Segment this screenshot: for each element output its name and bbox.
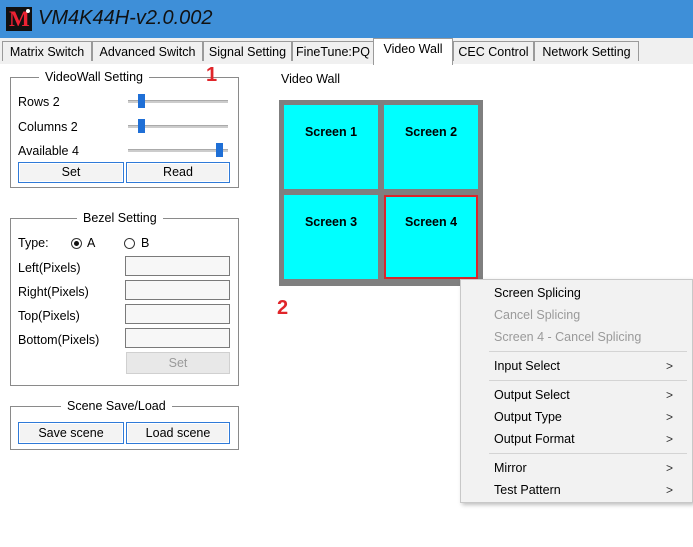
context-menu: Screen Splicing Cancel Splicing Screen 4… bbox=[460, 279, 693, 503]
tab-network-setting[interactable]: Network Setting bbox=[534, 41, 639, 61]
available-label: Available 4 bbox=[18, 144, 79, 158]
scene-legend: Scene Save/Load bbox=[61, 398, 172, 414]
bezel-bottom-label: Bottom(Pixels) bbox=[18, 333, 100, 347]
menu-item-test-pattern[interactable]: Test Pattern bbox=[494, 482, 561, 498]
screen-4-label: Screen 4 bbox=[404, 215, 458, 229]
video-wall-title: Video Wall bbox=[281, 72, 341, 86]
bezel-right-label: Right(Pixels) bbox=[18, 285, 89, 299]
submenu-arrow-icon: > bbox=[666, 483, 674, 497]
bezel-type-a-label: A bbox=[87, 236, 96, 250]
bezel-bottom-input[interactable] bbox=[125, 328, 230, 348]
menu-item-output-select[interactable]: Output Select bbox=[494, 387, 570, 403]
videowall-read-button[interactable]: Read bbox=[126, 162, 230, 183]
marker-1: 1 bbox=[206, 64, 218, 86]
menu-separator bbox=[489, 453, 687, 454]
tab-video-wall[interactable]: Video Wall bbox=[373, 38, 453, 65]
tab-bar: Matrix Switch Advanced Switch Signal Set… bbox=[0, 38, 693, 65]
screen-2-label: Screen 2 bbox=[404, 125, 458, 139]
menu-separator bbox=[489, 351, 687, 352]
screen-4[interactable]: Screen 4 bbox=[384, 195, 478, 279]
videowall-setting-legend: VideoWall Setting bbox=[39, 69, 149, 85]
screen-3-label: Screen 3 bbox=[304, 215, 358, 229]
bezel-top-input[interactable] bbox=[125, 304, 230, 324]
load-scene-button[interactable]: Load scene bbox=[126, 422, 230, 444]
title-bar: M VM4K44H-v2.0.002 bbox=[0, 0, 693, 38]
videowall-setting-group: VideoWall Setting Rows 2 Columns 2 Avail… bbox=[10, 69, 239, 188]
menu-separator bbox=[489, 380, 687, 381]
app-logo: M bbox=[6, 7, 32, 31]
tab-matrix-switch[interactable]: Matrix Switch bbox=[2, 41, 92, 61]
bezel-top-label: Top(Pixels) bbox=[18, 309, 80, 323]
bezel-setting-group: Bezel Setting Type: A B Left(Pixels) Rig… bbox=[10, 210, 239, 386]
tab-cec-control[interactable]: CEC Control bbox=[453, 41, 534, 61]
available-slider-track bbox=[128, 149, 228, 152]
submenu-arrow-icon: > bbox=[666, 388, 674, 402]
submenu-arrow-icon: > bbox=[666, 410, 674, 424]
columns-label: Columns 2 bbox=[18, 120, 78, 134]
columns-slider[interactable] bbox=[128, 119, 228, 133]
screen-2[interactable]: Screen 2 bbox=[384, 105, 478, 189]
menu-item-screen4-cancel-splicing: Screen 4 - Cancel Splicing bbox=[494, 330, 642, 344]
available-slider-thumb[interactable] bbox=[216, 143, 223, 157]
bezel-left-label: Left(Pixels) bbox=[18, 261, 81, 275]
submenu-arrow-icon: > bbox=[666, 359, 674, 373]
scene-group: Scene Save/Load Save scene Load scene bbox=[10, 398, 239, 450]
menu-item-screen-splicing[interactable]: Screen Splicing bbox=[494, 285, 581, 301]
rows-slider-thumb[interactable] bbox=[138, 94, 145, 108]
menu-item-mirror[interactable]: Mirror bbox=[494, 460, 527, 476]
bezel-type-a-radio[interactable] bbox=[71, 238, 82, 249]
rows-label: Rows 2 bbox=[18, 95, 60, 109]
videowall-set-button[interactable]: Set bbox=[18, 162, 124, 183]
save-scene-button[interactable]: Save scene bbox=[18, 422, 124, 444]
bezel-left-input[interactable] bbox=[125, 256, 230, 276]
bezel-set-button[interactable]: Set bbox=[126, 352, 230, 374]
submenu-arrow-icon: > bbox=[666, 461, 674, 475]
video-wall-grid: Screen 1 Screen 2 Screen 3 Screen 4 bbox=[279, 100, 483, 286]
bezel-right-input[interactable] bbox=[125, 280, 230, 300]
marker-2: 2 bbox=[277, 297, 289, 319]
screen-1[interactable]: Screen 1 bbox=[284, 105, 378, 189]
available-slider[interactable] bbox=[128, 143, 228, 157]
menu-item-output-type[interactable]: Output Type bbox=[494, 409, 562, 425]
tab-finetune-pq[interactable]: FineTune:PQ bbox=[292, 41, 374, 61]
menu-item-input-select[interactable]: Input Select bbox=[494, 358, 560, 374]
bezel-setting-legend: Bezel Setting bbox=[77, 210, 163, 226]
bezel-type-b-label: B bbox=[141, 236, 150, 250]
bezel-type-b-radio[interactable] bbox=[124, 238, 135, 249]
logo-dot bbox=[26, 9, 30, 13]
columns-slider-thumb[interactable] bbox=[138, 119, 145, 133]
screen-1-label: Screen 1 bbox=[304, 125, 358, 139]
rows-slider[interactable] bbox=[128, 94, 228, 108]
screen-3[interactable]: Screen 3 bbox=[284, 195, 378, 279]
menu-item-cancel-splicing: Cancel Splicing bbox=[494, 308, 581, 322]
tab-advanced-switch[interactable]: Advanced Switch bbox=[92, 41, 203, 61]
menu-item-output-format[interactable]: Output Format bbox=[494, 431, 575, 447]
submenu-arrow-icon: > bbox=[666, 432, 674, 446]
app-title: VM4K44H-v2.0.002 bbox=[38, 7, 213, 29]
tab-signal-setting[interactable]: Signal Setting bbox=[203, 41, 292, 61]
bezel-type-label: Type: bbox=[18, 236, 49, 250]
